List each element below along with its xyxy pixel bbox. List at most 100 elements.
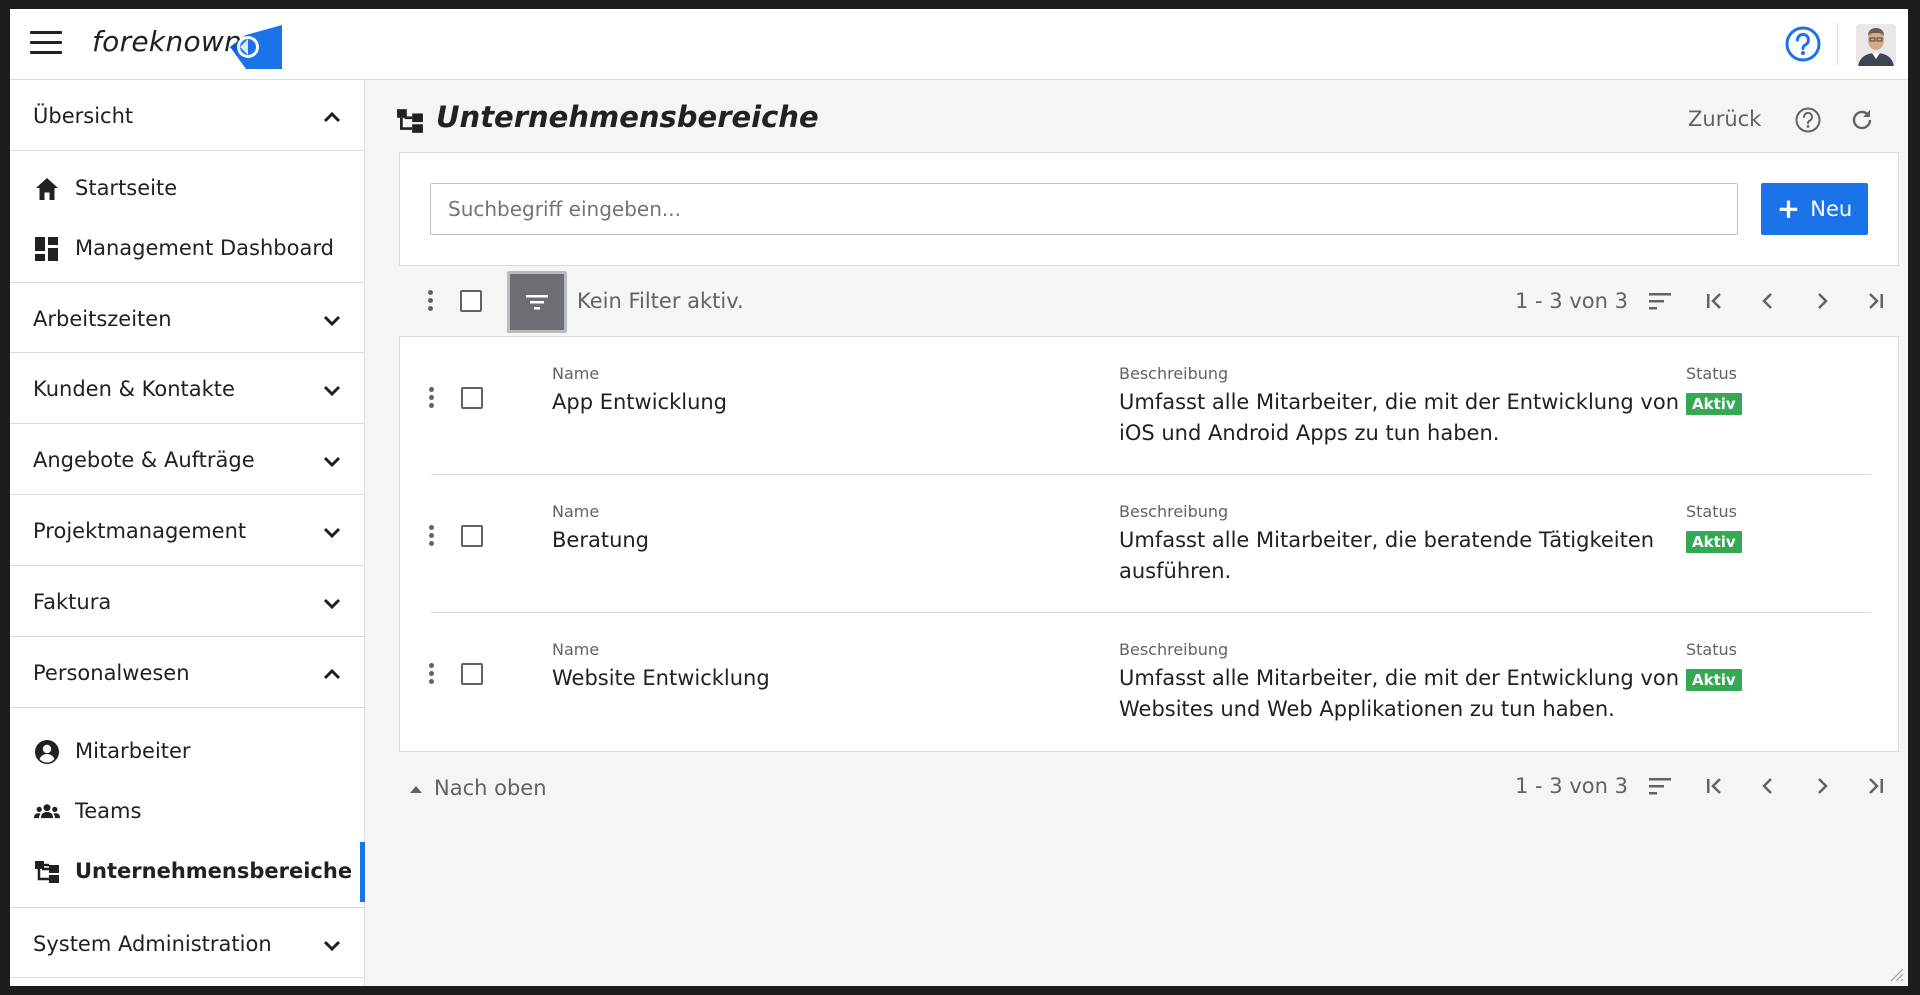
list-card: Name App Entwicklung Beschreibung Umfass…	[399, 336, 1899, 752]
sidebar: Übersicht Startseite Management Dashboar…	[10, 80, 365, 986]
first-page-icon[interactable]	[1701, 288, 1727, 314]
table-row[interactable]: Name App Entwicklung Beschreibung Umfass…	[400, 337, 1900, 475]
more-vert-icon[interactable]	[426, 290, 434, 314]
home-icon	[36, 178, 58, 200]
org-tree-icon	[35, 861, 59, 883]
chevron-left-icon[interactable]	[1755, 773, 1781, 799]
filter-list-icon	[526, 295, 548, 310]
sidebar-section-faktura[interactable]: Faktura	[10, 566, 365, 637]
sidebar-item-label: Startseite	[75, 176, 178, 200]
sidebar-item-startseite[interactable]: Startseite	[10, 159, 365, 219]
chevron-down-icon	[323, 456, 341, 468]
sidebar-section-projektmanagement[interactable]: Projektmanagement	[10, 495, 365, 566]
sort-icon[interactable]	[1647, 288, 1673, 314]
table-row[interactable]: Name Beratung Beschreibung Umfasst alle …	[400, 475, 1900, 613]
chevron-up-icon	[323, 668, 341, 680]
sidebar-section-label: Kunden & Kontakte	[33, 377, 235, 401]
resize-grip-icon[interactable]	[1888, 966, 1904, 982]
hamburger-menu-icon[interactable]	[30, 31, 64, 59]
sidebar-item-teams[interactable]: Teams	[10, 782, 365, 842]
page-title: Unternehmensbereiche	[436, 100, 819, 134]
status-label: Status	[1686, 640, 1737, 659]
name-label: Name	[552, 502, 600, 521]
more-vert-icon[interactable]	[427, 525, 435, 549]
chevron-down-icon	[323, 315, 341, 327]
main-content: Unternehmensbereiche Zurück + Neu	[366, 80, 1908, 986]
status-badge: Aktiv	[1686, 393, 1742, 415]
chevron-down-icon	[323, 598, 341, 610]
search-card: + Neu	[399, 152, 1899, 266]
name-value: Beratung	[552, 528, 650, 552]
more-vert-icon[interactable]	[427, 387, 435, 411]
name-label: Name	[552, 364, 600, 383]
description-line: iOS und Android Apps zu tun haben.	[1119, 421, 1500, 445]
description-line: ausführen.	[1119, 559, 1232, 583]
arrow-up-icon	[410, 786, 422, 793]
new-button-label: Neu	[1810, 197, 1853, 221]
sort-icon[interactable]	[1647, 773, 1673, 799]
sidebar-section-system-administration[interactable]: System Administration	[10, 907, 365, 978]
help-circle-icon[interactable]	[1784, 25, 1822, 63]
more-vert-icon[interactable]	[427, 663, 435, 687]
status-label: Status	[1686, 502, 1737, 521]
first-page-icon[interactable]	[1701, 773, 1727, 799]
sidebar-section-uebersicht[interactable]: Übersicht	[10, 80, 365, 151]
row-checkbox[interactable]	[461, 525, 483, 547]
sidebar-section-label: Arbeitszeiten	[33, 307, 172, 331]
table-row[interactable]: Name Website Entwicklung Beschreibung Um…	[400, 613, 1900, 751]
foreknown-logo-icon	[230, 25, 282, 69]
sidebar-section-label: Faktura	[33, 590, 112, 614]
status-label: Status	[1686, 364, 1737, 383]
chevron-down-icon	[323, 940, 341, 952]
sidebar-section-label: Übersicht	[33, 104, 134, 128]
row-checkbox[interactable]	[461, 387, 483, 409]
chevron-left-icon[interactable]	[1755, 288, 1781, 314]
status-badge: Aktiv	[1686, 669, 1742, 691]
sidebar-item-mitarbeiter[interactable]: Mitarbeiter	[10, 722, 365, 782]
search-input[interactable]	[430, 183, 1738, 235]
new-button[interactable]: + Neu	[1761, 183, 1868, 235]
list-toolbar: Kein Filter aktiv. 1 - 3 von 3	[399, 266, 1899, 336]
back-button[interactable]: Zurück	[1688, 107, 1761, 131]
sidebar-item-management-dashboard[interactable]: Management Dashboard	[10, 219, 365, 279]
group-icon	[34, 804, 60, 819]
name-label: Name	[552, 640, 600, 659]
sidebar-section-label: Projektmanagement	[33, 519, 247, 543]
chevron-up-icon	[323, 111, 341, 123]
last-page-icon[interactable]	[1863, 288, 1889, 314]
description-label: Beschreibung	[1119, 364, 1229, 383]
sidebar-item-label: Mitarbeiter	[75, 739, 191, 763]
sidebar-item-unternehmensbereiche[interactable]: Unternehmensbereiche	[10, 842, 365, 902]
pager-range-text: 1 - 3 von 3	[1515, 289, 1628, 313]
logo-text: foreknown	[92, 25, 243, 58]
row-checkbox[interactable]	[461, 663, 483, 685]
status-badge: Aktiv	[1686, 531, 1742, 553]
name-value: Website Entwicklung	[552, 666, 770, 690]
description-line: Umfasst alle Mitarbeiter, die beratende …	[1119, 528, 1655, 552]
dashboard-icon	[35, 237, 58, 261]
sidebar-section-arbeitszeiten[interactable]: Arbeitszeiten	[10, 282, 365, 353]
user-avatar[interactable]	[1856, 24, 1896, 66]
select-all-checkbox[interactable]	[460, 290, 482, 312]
sidebar-section-label: System Administration	[33, 932, 272, 956]
chevron-right-icon[interactable]	[1809, 773, 1835, 799]
sidebar-section-kunden-kontakte[interactable]: Kunden & Kontakte	[10, 353, 365, 424]
refresh-icon[interactable]	[1848, 106, 1876, 134]
description-line: Umfasst alle Mitarbeiter, die mit der En…	[1119, 390, 1680, 414]
last-page-icon[interactable]	[1863, 773, 1889, 799]
help-circle-outline-icon[interactable]	[1794, 106, 1822, 134]
chevron-down-icon	[323, 385, 341, 397]
top-divider	[1837, 23, 1838, 65]
sidebar-section-label: Personalwesen	[33, 661, 190, 685]
top-bar: foreknown	[10, 9, 1908, 80]
filter-button[interactable]	[507, 271, 567, 333]
name-value: App Entwicklung	[552, 390, 728, 414]
description-label: Beschreibung	[1119, 502, 1229, 521]
chevron-down-icon	[323, 527, 341, 539]
description-line: Websites und Web Applikationen zu tun ha…	[1119, 697, 1615, 721]
sidebar-section-label: Angebote & Aufträge	[33, 448, 255, 472]
sidebar-section-angebote-auftraege[interactable]: Angebote & Aufträge	[10, 424, 365, 495]
description-line: Umfasst alle Mitarbeiter, die mit der En…	[1119, 666, 1680, 690]
chevron-right-icon[interactable]	[1809, 288, 1835, 314]
sidebar-section-personalwesen[interactable]: Personalwesen	[10, 637, 365, 708]
